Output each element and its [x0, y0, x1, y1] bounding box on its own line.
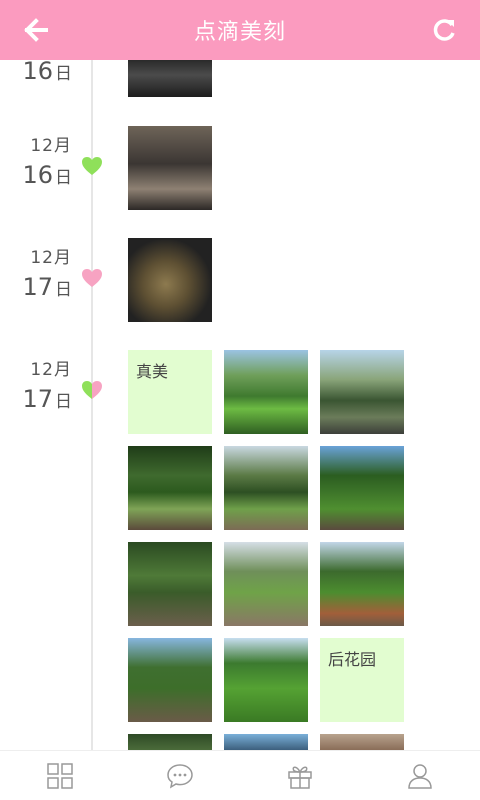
gift-icon: [288, 766, 312, 789]
entry-date: 12月 17 日: [10, 360, 72, 417]
day-unit: 日: [55, 168, 72, 188]
photo-thumbnail[interactable]: [320, 734, 404, 750]
app-header: 点滴美刻: [0, 0, 480, 60]
photo-thumbnail[interactable]: [128, 238, 212, 322]
day-unit: 日: [55, 392, 72, 412]
nav-item-profile[interactable]: [360, 751, 480, 800]
photo-thumbnail[interactable]: [224, 734, 308, 750]
entry-date: 12月 17 日: [10, 248, 72, 305]
day-unit: 日: [55, 280, 72, 300]
photo-thumbnail[interactable]: [224, 542, 308, 626]
timeline-content[interactable]: 16 日 12月 16 日 12月 17 日 12月 17 日 真美 后花园: [0, 60, 480, 750]
heart-icon: [82, 157, 102, 175]
photo-thumbnail[interactable]: [320, 446, 404, 530]
nav-item-gift[interactable]: [240, 751, 360, 800]
month-label: 12月: [30, 248, 72, 268]
entry-date: 12月 16 日: [10, 136, 72, 193]
bottom-nav-bar: [0, 750, 480, 800]
photo-thumbnail[interactable]: [128, 734, 212, 750]
back-arrow-icon[interactable]: [22, 16, 50, 44]
page-title: 点滴美刻: [193, 20, 286, 45]
photo-thumbnail[interactable]: [128, 60, 212, 97]
text-note-tile[interactable]: 真美: [128, 350, 212, 434]
photo-thumbnail[interactable]: [224, 350, 308, 434]
grid-icon: [47, 762, 73, 789]
heart-icon: [82, 269, 102, 287]
nav-item-chat[interactable]: [120, 751, 240, 800]
entry-date: 16 日: [10, 60, 72, 89]
photo-thumbnail[interactable]: [224, 446, 308, 530]
photo-thumbnail[interactable]: [128, 638, 212, 722]
note-text: 后花园: [328, 650, 377, 669]
chat-bubble-icon: [167, 763, 193, 789]
month-label: 12月: [30, 136, 72, 156]
month-label: 12月: [30, 360, 72, 380]
text-note-tile[interactable]: 后花园: [320, 638, 404, 722]
photo-thumbnail[interactable]: [320, 542, 404, 626]
refresh-icon[interactable]: [430, 16, 458, 44]
user-icon: [408, 763, 432, 789]
photo-thumbnail[interactable]: [128, 446, 212, 530]
photo-thumbnail[interactable]: [128, 542, 212, 626]
heart-icon: [82, 381, 102, 399]
note-text: 真美: [136, 362, 169, 381]
nav-item-grid[interactable]: [0, 751, 120, 800]
photo-thumbnail[interactable]: [320, 350, 404, 434]
photo-thumbnail[interactable]: [224, 638, 308, 722]
photo-thumbnail[interactable]: [128, 126, 212, 210]
day-number: 17: [22, 273, 53, 301]
day-number: 17: [22, 385, 53, 413]
day-unit: 日: [55, 64, 72, 84]
day-number: 16: [22, 60, 53, 85]
day-number: 16: [22, 161, 53, 189]
